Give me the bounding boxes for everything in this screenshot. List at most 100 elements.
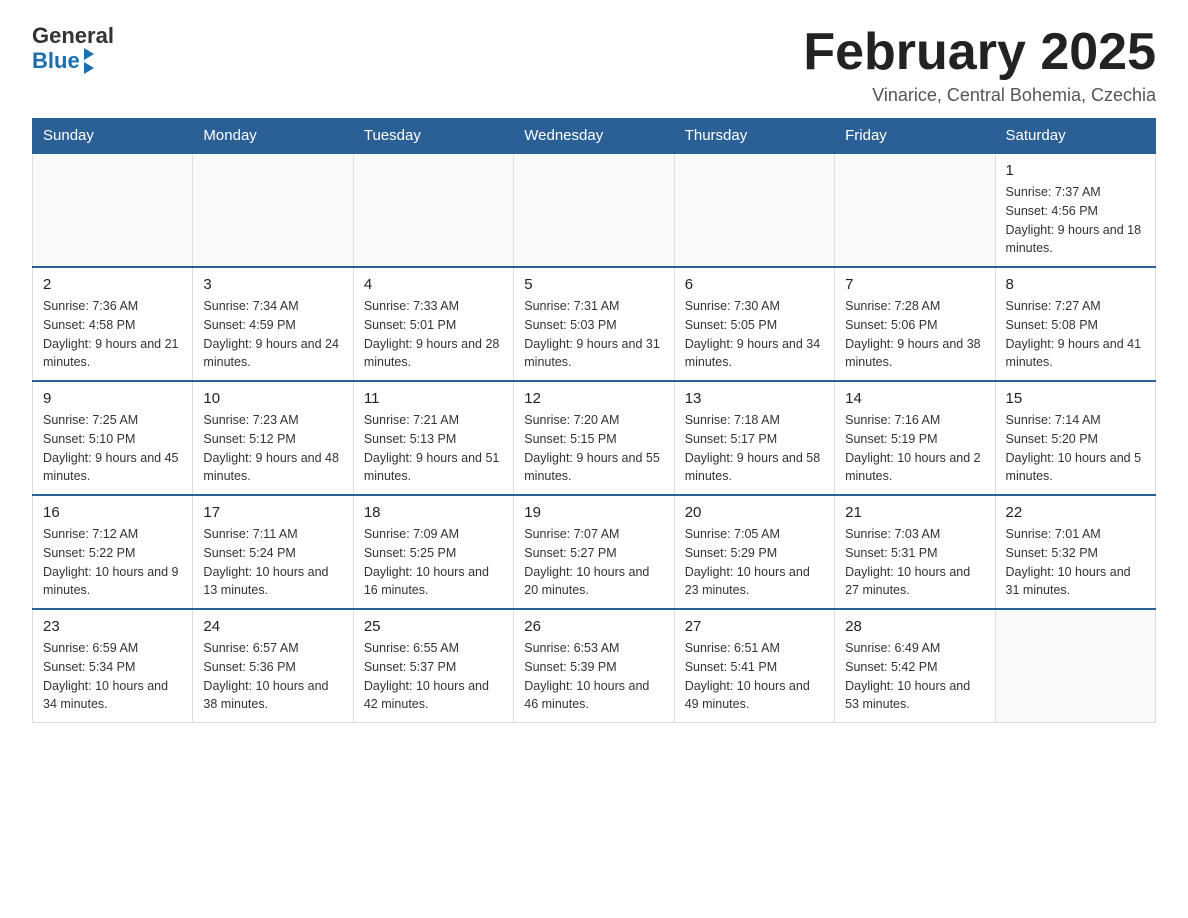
- calendar-cell: [353, 153, 513, 267]
- day-number: 18: [364, 504, 503, 521]
- calendar-cell: 23 Sunrise: 6:59 AMSunset: 5:34 PMDayligh…: [33, 609, 193, 723]
- day-number: 26: [524, 618, 663, 635]
- day-number: 12: [524, 390, 663, 407]
- day-number: 7: [845, 276, 984, 293]
- day-info: Sunrise: 7:28 AMSunset: 5:06 PMDaylight:…: [845, 297, 984, 372]
- day-info: Sunrise: 7:31 AMSunset: 5:03 PMDaylight:…: [524, 297, 663, 372]
- day-info: Sunrise: 7:07 AMSunset: 5:27 PMDaylight:…: [524, 525, 663, 600]
- calendar-cell: 20 Sunrise: 7:05 AMSunset: 5:29 PMDayligh…: [674, 495, 834, 609]
- day-info: Sunrise: 7:20 AMSunset: 5:15 PMDaylight:…: [524, 411, 663, 486]
- day-info: Sunrise: 6:57 AMSunset: 5:36 PMDaylight:…: [203, 639, 342, 714]
- column-header-saturday: Saturday: [995, 119, 1155, 154]
- calendar-cell: 14 Sunrise: 7:16 AMSunset: 5:19 PMDayligh…: [835, 381, 995, 495]
- day-number: 10: [203, 390, 342, 407]
- day-number: 23: [43, 618, 182, 635]
- day-number: 3: [203, 276, 342, 293]
- day-number: 14: [845, 390, 984, 407]
- day-number: 11: [364, 390, 503, 407]
- day-number: 2: [43, 276, 182, 293]
- day-number: 16: [43, 504, 182, 521]
- day-number: 20: [685, 504, 824, 521]
- day-number: 22: [1006, 504, 1145, 521]
- calendar-cell: 15Sunrise: 7:14 AMSunset: 5:20 PMDayligh…: [995, 381, 1155, 495]
- calendar-cell: [995, 609, 1155, 723]
- day-info: Sunrise: 7:18 AMSunset: 5:17 PMDaylight:…: [685, 411, 824, 486]
- calendar-cell: 27 Sunrise: 6:51 AMSunset: 5:41 PMDayligh…: [674, 609, 834, 723]
- day-info: Sunrise: 6:53 AMSunset: 5:39 PMDaylight:…: [524, 639, 663, 714]
- calendar-cell: 17 Sunrise: 7:11 AMSunset: 5:24 PMDayligh…: [193, 495, 353, 609]
- calendar-cell: 24 Sunrise: 6:57 AMSunset: 5:36 PMDayligh…: [193, 609, 353, 723]
- day-number: 1: [1006, 162, 1145, 179]
- day-info: Sunrise: 7:11 AMSunset: 5:24 PMDaylight:…: [203, 525, 342, 600]
- calendar-table: SundayMondayTuesdayWednesdayThursdayFrid…: [32, 118, 1156, 723]
- day-info: Sunrise: 7:12 AMSunset: 5:22 PMDaylight:…: [43, 525, 182, 600]
- calendar-week-row: 9 Sunrise: 7:25 AMSunset: 5:10 PMDaylight…: [33, 381, 1156, 495]
- column-header-sunday: Sunday: [33, 119, 193, 154]
- logo: General Blue: [32, 24, 114, 74]
- day-info: Sunrise: 6:49 AMSunset: 5:42 PMDaylight:…: [845, 639, 984, 714]
- calendar-cell: 26 Sunrise: 6:53 AMSunset: 5:39 PMDayligh…: [514, 609, 674, 723]
- calendar-cell: 19 Sunrise: 7:07 AMSunset: 5:27 PMDayligh…: [514, 495, 674, 609]
- day-info: Sunrise: 7:30 AMSunset: 5:05 PMDaylight:…: [685, 297, 824, 372]
- day-number: 15: [1006, 390, 1145, 407]
- day-info: Sunrise: 7:25 AMSunset: 5:10 PMDaylight:…: [43, 411, 182, 486]
- column-header-wednesday: Wednesday: [514, 119, 674, 154]
- column-header-thursday: Thursday: [674, 119, 834, 154]
- calendar-week-row: 23 Sunrise: 6:59 AMSunset: 5:34 PMDayligh…: [33, 609, 1156, 723]
- day-number: 8: [1006, 276, 1145, 293]
- day-number: 21: [845, 504, 984, 521]
- calendar-cell: 6Sunrise: 7:30 AMSunset: 5:05 PMDaylight…: [674, 267, 834, 381]
- calendar-cell: [193, 153, 353, 267]
- day-number: 4: [364, 276, 503, 293]
- calendar-cell: 13Sunrise: 7:18 AMSunset: 5:17 PMDayligh…: [674, 381, 834, 495]
- calendar-week-row: 2Sunrise: 7:36 AMSunset: 4:58 PMDaylight…: [33, 267, 1156, 381]
- day-number: 28: [845, 618, 984, 635]
- logo-general: General: [32, 24, 114, 48]
- day-info: Sunrise: 7:37 AMSunset: 4:56 PMDaylight:…: [1006, 183, 1145, 258]
- day-number: 19: [524, 504, 663, 521]
- calendar-cell: 3 Sunrise: 7:34 AMSunset: 4:59 PMDaylight…: [193, 267, 353, 381]
- calendar-cell: [835, 153, 995, 267]
- day-info: Sunrise: 7:01 AMSunset: 5:32 PMDaylight:…: [1006, 525, 1145, 600]
- day-info: Sunrise: 7:34 AMSunset: 4:59 PMDaylight:…: [203, 297, 342, 372]
- calendar-cell: 25Sunrise: 6:55 AMSunset: 5:37 PMDayligh…: [353, 609, 513, 723]
- calendar-cell: 16 Sunrise: 7:12 AMSunset: 5:22 PMDayligh…: [33, 495, 193, 609]
- day-info: Sunrise: 6:59 AMSunset: 5:34 PMDaylight:…: [43, 639, 182, 714]
- calendar-cell: 11 Sunrise: 7:21 AMSunset: 5:13 PMDayligh…: [353, 381, 513, 495]
- day-info: Sunrise: 7:27 AMSunset: 5:08 PMDaylight:…: [1006, 297, 1145, 372]
- day-number: 27: [685, 618, 824, 635]
- calendar-cell: 1 Sunrise: 7:37 AMSunset: 4:56 PMDaylight…: [995, 153, 1155, 267]
- day-number: 5: [524, 276, 663, 293]
- calendar-cell: 22 Sunrise: 7:01 AMSunset: 5:32 PMDayligh…: [995, 495, 1155, 609]
- calendar-cell: 12 Sunrise: 7:20 AMSunset: 5:15 PMDayligh…: [514, 381, 674, 495]
- column-header-tuesday: Tuesday: [353, 119, 513, 154]
- column-header-monday: Monday: [193, 119, 353, 154]
- day-info: Sunrise: 6:51 AMSunset: 5:41 PMDaylight:…: [685, 639, 824, 714]
- logo-arrow-bottom: [84, 62, 94, 74]
- day-info: Sunrise: 7:03 AMSunset: 5:31 PMDaylight:…: [845, 525, 984, 600]
- calendar-cell: 5 Sunrise: 7:31 AMSunset: 5:03 PMDaylight…: [514, 267, 674, 381]
- day-info: Sunrise: 7:21 AMSunset: 5:13 PMDaylight:…: [364, 411, 503, 486]
- day-number: 9: [43, 390, 182, 407]
- logo-blue: Blue: [32, 49, 80, 73]
- calendar-cell: [674, 153, 834, 267]
- calendar-cell: 7 Sunrise: 7:28 AMSunset: 5:06 PMDaylight…: [835, 267, 995, 381]
- logo-arrow-top: [84, 48, 94, 60]
- day-info: Sunrise: 7:05 AMSunset: 5:29 PMDaylight:…: [685, 525, 824, 600]
- day-info: Sunrise: 7:16 AMSunset: 5:19 PMDaylight:…: [845, 411, 984, 486]
- calendar-cell: 28 Sunrise: 6:49 AMSunset: 5:42 PMDayligh…: [835, 609, 995, 723]
- calendar-cell: 9 Sunrise: 7:25 AMSunset: 5:10 PMDaylight…: [33, 381, 193, 495]
- calendar-cell: 18 Sunrise: 7:09 AMSunset: 5:25 PMDayligh…: [353, 495, 513, 609]
- calendar-header-row: SundayMondayTuesdayWednesdayThursdayFrid…: [33, 119, 1156, 154]
- day-info: Sunrise: 7:09 AMSunset: 5:25 PMDaylight:…: [364, 525, 503, 600]
- calendar-cell: 4 Sunrise: 7:33 AMSunset: 5:01 PMDaylight…: [353, 267, 513, 381]
- title-block: February 2025 Vinarice, Central Bohemia,…: [803, 24, 1156, 106]
- page-header: General Blue February 2025 Vinarice, Cen…: [32, 24, 1156, 106]
- day-info: Sunrise: 6:55 AMSunset: 5:37 PMDaylight:…: [364, 639, 503, 714]
- calendar-cell: [33, 153, 193, 267]
- calendar-week-row: 16 Sunrise: 7:12 AMSunset: 5:22 PMDayligh…: [33, 495, 1156, 609]
- calendar-cell: [514, 153, 674, 267]
- day-number: 24: [203, 618, 342, 635]
- day-number: 17: [203, 504, 342, 521]
- day-info: Sunrise: 7:33 AMSunset: 5:01 PMDaylight:…: [364, 297, 503, 372]
